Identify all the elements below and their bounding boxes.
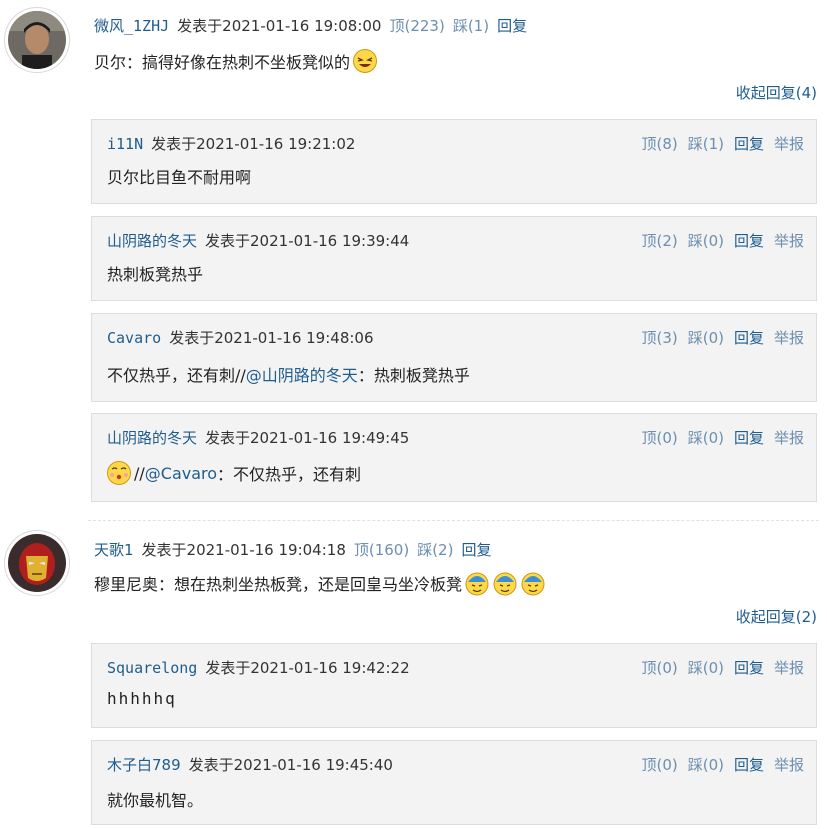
comment-body: 穆里尼奥：想在热刺坐热板凳，还是回皇马坐冷板凳 bbox=[94, 575, 463, 594]
laughing-emoji-icon bbox=[353, 49, 378, 73]
mention-link[interactable]: @Cavaro bbox=[145, 464, 217, 483]
reply-item: 木子白789 发表于2021-01-16 19:45:40 顶(0) 踩(0) 回复举… bbox=[91, 740, 817, 825]
downvote-button[interactable]: 踩(0) bbox=[688, 232, 724, 250]
reply-text-suffix: ：不仅热乎，还有刺 bbox=[217, 465, 362, 484]
username-link[interactable]: 山阴路的冬天 bbox=[107, 232, 197, 250]
avatar-ironman-icon bbox=[8, 534, 66, 592]
mention-link[interactable]: @山阴路的冬天 bbox=[246, 362, 358, 386]
username-link[interactable]: Cavaro bbox=[107, 329, 161, 347]
reply-text-prefix: 不仅热乎，还有刺// bbox=[107, 366, 246, 385]
reply-text: //@Cavaro ：不仅热乎，还有刺 bbox=[106, 460, 361, 486]
sweat-emoji-icon bbox=[521, 572, 545, 596]
post-time: 发表于2021-01-16 19:08:00 bbox=[177, 17, 382, 35]
post-time: 发表于2021-01-16 19:21:02 bbox=[151, 135, 356, 153]
reply-text: hhhhhq bbox=[107, 689, 177, 708]
report-button[interactable]: 举报 bbox=[774, 756, 804, 774]
user-avatar[interactable] bbox=[8, 534, 66, 592]
post-time: 发表于2021-01-16 19:04:18 bbox=[141, 541, 346, 559]
username-link[interactable]: 微风_1ZHJ bbox=[94, 17, 169, 35]
report-button[interactable]: 举报 bbox=[774, 135, 804, 153]
reply-item: 山阴路的冬天 发表于2021-01-16 19:49:45 顶(0) 踩(0) 回复举… bbox=[91, 413, 817, 502]
username-link[interactable]: Squarelong bbox=[107, 659, 197, 677]
post-time: 发表于2021-01-16 19:45:40 bbox=[188, 756, 393, 774]
comment-text: 贝尔：搞得好像在热刺不坐板凳似的 bbox=[94, 48, 378, 74]
user-avatar[interactable] bbox=[8, 11, 66, 69]
comment-meta: 微风_1ZHJ 发表于2021-01-16 19:08:00 顶(223) 踩(1) 回… bbox=[94, 15, 527, 36]
comment-text: 穆里尼奥：想在热刺坐热板凳，还是回皇马坐冷板凳 bbox=[94, 570, 546, 596]
reply-item: Squarelong 发表于2021-01-16 19:42:22 顶(0) 踩(0… bbox=[91, 643, 817, 728]
reply-item: 山阴路的冬天 发表于2021-01-16 19:39:44 顶(2) 踩(0) 回复举… bbox=[91, 216, 817, 301]
report-button[interactable]: 举报 bbox=[774, 659, 804, 677]
reply-item: Cavaro 发表于2021-01-16 19:48:06 顶(3) 踩(0) 回复举… bbox=[91, 313, 817, 402]
upvote-button[interactable]: 顶(160) bbox=[354, 541, 409, 559]
post-time: 发表于2021-01-16 19:48:06 bbox=[169, 329, 374, 347]
username-link[interactable]: 天歌1 bbox=[94, 541, 134, 559]
upvote-button[interactable]: 顶(0) bbox=[641, 429, 677, 447]
reply-text-suffix: ：热刺板凳热乎 bbox=[357, 366, 470, 385]
downvote-button[interactable]: 踩(0) bbox=[688, 329, 724, 347]
username-link[interactable]: i11N bbox=[107, 135, 143, 153]
downvote-button[interactable]: 踩(2) bbox=[417, 541, 453, 559]
collapse-replies-button[interactable]: 收起回复(4) bbox=[736, 82, 817, 103]
collapse-replies-button[interactable]: 收起回复(2) bbox=[736, 606, 817, 627]
avatar-photo-icon bbox=[8, 11, 66, 69]
downvote-button[interactable]: 踩(0) bbox=[688, 659, 724, 677]
comment-body: 贝尔：搞得好像在热刺不坐板凳似的 bbox=[94, 53, 351, 72]
report-button[interactable]: 举报 bbox=[774, 329, 804, 347]
upvote-button[interactable]: 顶(0) bbox=[641, 659, 677, 677]
upvote-button[interactable]: 顶(3) bbox=[641, 329, 677, 347]
upvote-button[interactable]: 顶(223) bbox=[389, 17, 444, 35]
thread-divider bbox=[88, 520, 819, 521]
reply-button[interactable]: 回复 bbox=[734, 329, 764, 347]
reply-button[interactable]: 回复 bbox=[734, 135, 764, 153]
reply-text: 就你最机智。 bbox=[107, 791, 204, 810]
sweat-emoji-icon bbox=[493, 572, 517, 596]
downvote-button[interactable]: 踩(0) bbox=[688, 429, 724, 447]
reply-button[interactable]: 回复 bbox=[461, 541, 491, 559]
downvote-button[interactable]: 踩(1) bbox=[453, 17, 489, 35]
sweat-emoji-icon bbox=[465, 572, 489, 596]
reply-text: 不仅热乎，还有刺//@山阴路的冬天 ：热刺板凳热乎 bbox=[107, 362, 470, 386]
post-time: 发表于2021-01-16 19:39:44 bbox=[205, 232, 410, 250]
kissing-emoji-icon bbox=[107, 461, 131, 485]
reply-button[interactable]: 回复 bbox=[734, 659, 764, 677]
upvote-button[interactable]: 顶(0) bbox=[641, 756, 677, 774]
report-button[interactable]: 举报 bbox=[774, 429, 804, 447]
downvote-button[interactable]: 踩(0) bbox=[688, 756, 724, 774]
reply-text: 贝尔比目鱼不耐用啊 bbox=[107, 168, 252, 187]
reply-button[interactable]: 回复 bbox=[734, 756, 764, 774]
comment-meta: 天歌1 发表于2021-01-16 19:04:18 顶(160) 踩(2) 回复 bbox=[94, 539, 491, 560]
downvote-button[interactable]: 踩(1) bbox=[688, 135, 724, 153]
reply-text-prefix: // bbox=[134, 463, 145, 483]
reply-text: 热刺板凳热乎 bbox=[107, 265, 204, 284]
reply-item: i11N 发表于2021-01-16 19:21:02 顶(8) 踩(1) 回复 举报 … bbox=[91, 119, 817, 204]
username-link[interactable]: 山阴路的冬天 bbox=[107, 429, 197, 447]
reply-button[interactable]: 回复 bbox=[497, 17, 527, 35]
post-time: 发表于2021-01-16 19:42:22 bbox=[205, 659, 410, 677]
upvote-button[interactable]: 顶(8) bbox=[641, 135, 677, 153]
reply-button[interactable]: 回复 bbox=[734, 429, 764, 447]
username-link[interactable]: 木子白789 bbox=[107, 756, 181, 774]
upvote-button[interactable]: 顶(2) bbox=[641, 232, 677, 250]
report-button[interactable]: 举报 bbox=[774, 232, 804, 250]
reply-button[interactable]: 回复 bbox=[734, 232, 764, 250]
post-time: 发表于2021-01-16 19:49:45 bbox=[205, 429, 410, 447]
